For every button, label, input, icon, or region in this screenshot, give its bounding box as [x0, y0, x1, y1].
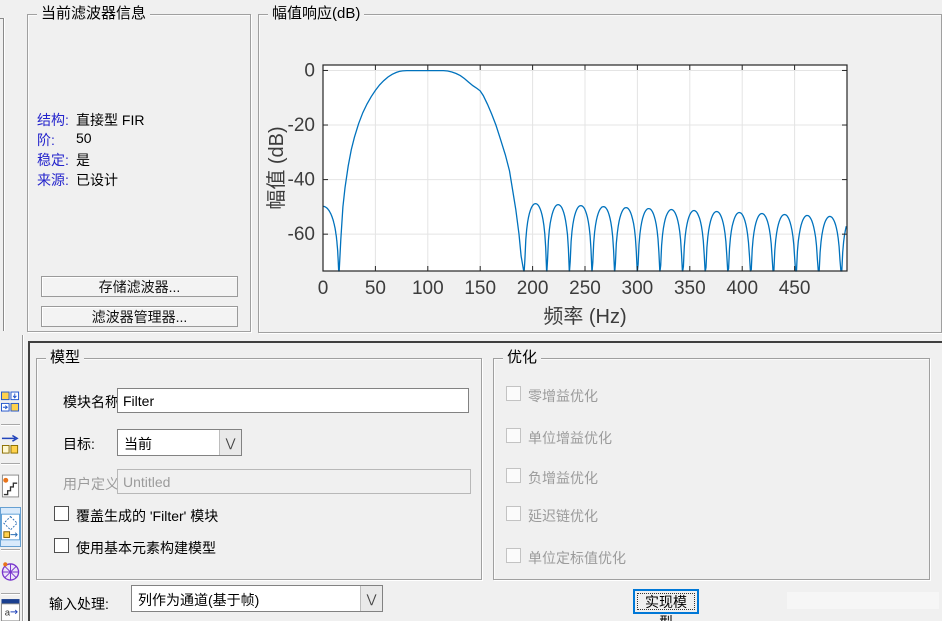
unit-gain-checkbox [506, 428, 521, 443]
negative-gain-checkbox-label: 负增益优化 [528, 470, 598, 486]
sidebar-item-multirate-filter[interactable] [0, 553, 21, 591]
sidebar-item-realize-model[interactable] [0, 507, 21, 547]
svg-text:a: a [5, 608, 11, 619]
group-title: 优化 [503, 350, 542, 366]
svg-text:-20: -20 [288, 115, 315, 136]
svg-text:0: 0 [304, 60, 315, 81]
target-dropdown[interactable]: 当前 ⋁ [117, 429, 242, 456]
stable-label: 稳定: [37, 152, 69, 168]
panel-title: 当前滤波器信息 [37, 6, 151, 22]
user-defined-input [117, 469, 471, 494]
side-toolbar: a [0, 335, 23, 621]
structure-value: 直接型 FIR [76, 112, 145, 128]
cropped-left-panel-edge [3, 18, 4, 331]
filter-designer-realize-model-view: 当前滤波器信息 结构: 直接型 FIR 阶: 50 稳定: 是 来源: 已设计 … [0, 0, 942, 621]
model-group: 模型 模块名称: 目标: 当前 ⋁ 用户定义: 覆盖生成的 'Filter' 模… [36, 350, 482, 580]
negative-gain-checkbox [506, 468, 521, 483]
source-value: 已设计 [76, 172, 118, 188]
basic-elements-checkbox-label: 使用基本元素构建模型 [76, 540, 216, 556]
sidebar-item-pole-zero-editor[interactable] [0, 467, 21, 505]
order-label: 阶: [37, 132, 55, 148]
unit-scale-checkbox [506, 548, 521, 563]
svg-text:250: 250 [569, 278, 601, 299]
multirate-filter-icon [1, 562, 20, 581]
sidebar-item-import-filter[interactable]: a [0, 597, 21, 621]
magnitude-response-plot: 0 50 100 150 200 250 300 350 400 450 0 -20 -40 -60 频率 … [265, 60, 848, 328]
toolbar-separator [1, 424, 20, 426]
pole-zero-editor-icon [1, 474, 20, 498]
unit-gain-checkbox-label: 单位增益优化 [528, 430, 612, 446]
svg-text:幅值 (dB): 幅值 (dB) [265, 126, 288, 209]
set-quantization-icon [1, 391, 20, 412]
watermark [787, 592, 939, 609]
optimization-group: 优化 零增益优化 单位增益优化 负增益优化 延迟链优化 单位定标值优化 [493, 350, 930, 580]
user-defined-label: 用户定义: [63, 476, 123, 492]
basic-elements-checkbox[interactable] [54, 538, 69, 553]
svg-text:300: 300 [622, 278, 654, 299]
transform-filter-icon [1, 434, 19, 454]
realize-model-icon [1, 513, 20, 541]
input-processing-dropdown[interactable]: 列作为通道(基于帧) ⋁ [131, 585, 383, 612]
svg-text:0: 0 [318, 278, 329, 299]
svg-text:400: 400 [726, 278, 758, 299]
zero-gain-checkbox [506, 386, 521, 401]
overwrite-block-checkbox[interactable] [54, 506, 69, 521]
chevron-down-icon: ⋁ [219, 430, 241, 455]
current-filter-info-panel: 当前滤波器信息 结构: 直接型 FIR 阶: 50 稳定: 是 来源: 已设计 … [27, 6, 251, 332]
delay-chain-checkbox [506, 506, 521, 521]
svg-text:450: 450 [779, 278, 811, 299]
svg-text:50: 50 [365, 278, 386, 299]
structure-label: 结构: [37, 112, 69, 128]
cropped-left-panel-edge-top [0, 18, 4, 19]
target-label: 目标: [63, 436, 95, 452]
svg-text:100: 100 [412, 278, 444, 299]
toolbar-separator [1, 549, 20, 551]
target-selected-value: 当前 [124, 436, 152, 452]
group-title: 模型 [46, 350, 85, 366]
block-name-label: 模块名称: [63, 394, 123, 410]
svg-text:-40: -40 [288, 170, 315, 191]
stable-value: 是 [76, 152, 90, 168]
zero-gain-checkbox-label: 零增益优化 [528, 388, 598, 404]
import-filter-icon: a [1, 599, 20, 621]
overwrite-block-checkbox-label: 覆盖生成的 'Filter' 模块 [76, 508, 219, 524]
source-label: 来源: [37, 172, 69, 188]
svg-text:350: 350 [674, 278, 706, 299]
input-processing-selected-value: 列作为通道(基于帧) [138, 592, 260, 608]
order-value: 50 [76, 130, 92, 146]
svg-text:-60: -60 [288, 224, 315, 245]
delay-chain-checkbox-label: 延迟链优化 [528, 508, 598, 524]
filter-manager-button[interactable]: 滤波器管理器... [41, 306, 238, 327]
realize-model-button[interactable]: 实现模型 [633, 589, 699, 621]
unit-scale-checkbox-label: 单位定标值优化 [528, 550, 626, 566]
sidebar-item-transform-filter[interactable] [0, 428, 21, 461]
toolbar-separator [1, 463, 20, 465]
chevron-down-icon: ⋁ [360, 586, 382, 611]
block-name-input[interactable] [117, 388, 469, 413]
sidebar-item-set-quantization[interactable] [0, 383, 21, 421]
svg-text:频率 (Hz): 频率 (Hz) [543, 305, 626, 328]
input-processing-label: 输入处理: [49, 596, 109, 612]
svg-text:150: 150 [464, 278, 496, 299]
store-filter-button[interactable]: 存储滤波器... [41, 276, 238, 297]
realize-model-panel: 模型 模块名称: 目标: 当前 ⋁ 用户定义: 覆盖生成的 'Filter' 模… [28, 341, 942, 621]
toolbar-separator [1, 593, 20, 595]
svg-text:200: 200 [517, 278, 549, 299]
magnitude-response-panel: 幅值响应(dB) 0 50 100 150 200 250 300 350 400 450 0 -20… [258, 6, 942, 333]
